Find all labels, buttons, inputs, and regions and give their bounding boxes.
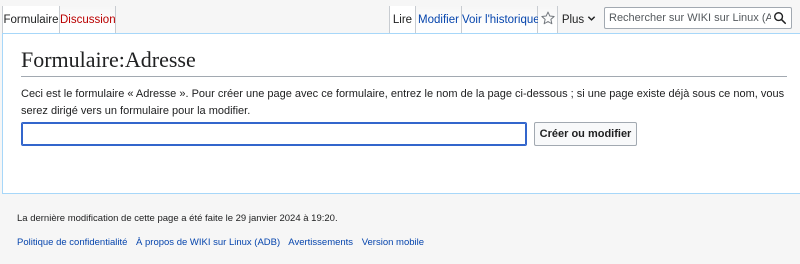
more-menu-label: Plus: [561, 14, 585, 26]
tab-modifier[interactable]: Modifier: [416, 6, 462, 34]
create-or-edit-button[interactable]: Créer ou modifier: [534, 122, 637, 146]
footer-link-privacy[interactable]: Politique de confidentialité: [17, 237, 127, 248]
watch-button[interactable]: [538, 6, 558, 34]
search-box: [604, 7, 792, 29]
chevron-down-icon: [588, 16, 596, 22]
form-intro-text: Ceci est le formulaire « Adresse ». Pour…: [21, 88, 785, 117]
more-menu[interactable]: Plus: [558, 6, 600, 34]
tab-formulaire[interactable]: Formulaire: [2, 6, 60, 34]
tabs-bar: Formulaire Discussion Lire Modifier Voir…: [0, 0, 800, 34]
star-icon: [540, 11, 555, 25]
page-name-input[interactable]: [21, 122, 527, 146]
search-input[interactable]: [605, 8, 771, 28]
footer-links: Politique de confidentialité À propos de…: [17, 237, 430, 248]
content-area: Formulaire:Adresse Ceci est le formulair…: [2, 33, 800, 194]
last-modified-info: La dernière modification de cette page a…: [17, 213, 338, 224]
footer-link-about[interactable]: À propos de WIKI sur Linux (ADB): [136, 237, 280, 248]
page-title: Formulaire:Adresse: [21, 46, 787, 77]
footer-link-disclaimers[interactable]: Avertissements: [288, 237, 353, 248]
tab-discussion[interactable]: Discussion: [60, 6, 116, 34]
footer-link-mobile[interactable]: Version mobile: [362, 237, 424, 248]
tab-historique[interactable]: Voir l'historique: [462, 6, 540, 34]
search-icon[interactable]: [773, 11, 787, 25]
tab-lire[interactable]: Lire: [389, 6, 416, 34]
